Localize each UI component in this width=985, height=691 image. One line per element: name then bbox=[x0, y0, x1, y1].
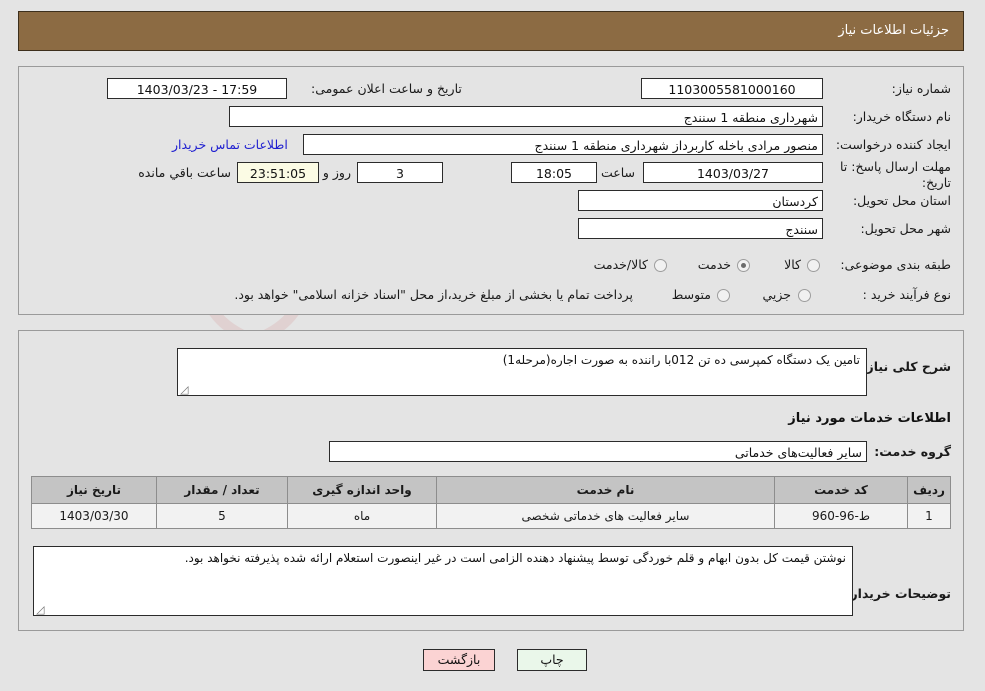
province-value: کردستان bbox=[578, 190, 823, 211]
radio-category-kala-khedmat[interactable] bbox=[654, 259, 667, 272]
radio-process-motevasset-label: متوسط bbox=[671, 287, 711, 302]
radio-category-kala[interactable] bbox=[807, 259, 820, 272]
table-header-row: ردیف کد خدمت نام خدمت واحد اندازه گیری ت… bbox=[31, 476, 951, 504]
buyer-notes-textarea[interactable]: نوشتن قیمت کل بدون ابهام و قلم خوردگی تو… bbox=[33, 546, 853, 616]
buyer-org-value: شهرداری منطقه 1 سنندج bbox=[229, 106, 823, 127]
process-type-label: نوع فرآیند خرید : bbox=[862, 287, 951, 302]
th-qty: تعداد / مقدار bbox=[156, 476, 288, 504]
radio-category-khedmat[interactable] bbox=[737, 259, 750, 272]
details-panel: شرح کلی نیاز: تامین یک دستگاه کمپرسی ده … bbox=[18, 330, 964, 631]
need-info-panel: شماره نیاز: 1103005581000160 تاریخ و ساع… bbox=[18, 66, 964, 315]
deadline-label: مهلت ارسال پاسخ: تا تاریخ: bbox=[840, 159, 951, 190]
need-number-value: 1103005581000160 bbox=[641, 78, 823, 99]
buyer-notes-label: توضیحات خریدار: bbox=[845, 586, 951, 601]
city-label: شهر محل تحویل: bbox=[860, 221, 951, 236]
radio-category-kala-label: کالا bbox=[784, 257, 801, 272]
creator-label: ایجاد کننده درخواست: bbox=[835, 137, 951, 152]
radio-process-motevasset[interactable] bbox=[717, 289, 730, 302]
description-label: شرح کلی نیاز: bbox=[861, 359, 951, 374]
buyer-notes-value: نوشتن قیمت کل بدون ابهام و قلم خوردگی تو… bbox=[184, 551, 846, 565]
service-group-label: گروه خدمت: bbox=[874, 444, 951, 459]
countdown-label: ساعت باقي مانده bbox=[138, 165, 231, 180]
radio-category-khedmat-label: خدمت bbox=[697, 257, 731, 272]
page-title-bar: جزئیات اطلاعات نیاز bbox=[18, 11, 964, 51]
countdown-timer: 23:51:05 bbox=[237, 162, 319, 183]
services-table: ردیف کد خدمت نام خدمت واحد اندازه گیری ت… bbox=[31, 476, 951, 529]
radio-category-kala-khedmat-label: کالا/خدمت bbox=[593, 257, 648, 272]
th-row: ردیف bbox=[907, 476, 951, 504]
print-button[interactable]: چاپ bbox=[517, 649, 587, 671]
buyer-org-label: نام دستگاه خریدار: bbox=[852, 109, 951, 124]
deadline-date-value: 1403/03/27 bbox=[643, 162, 823, 183]
cell-code: ط-96-960 bbox=[774, 503, 908, 529]
back-button[interactable]: بازگشت bbox=[423, 649, 495, 671]
category-label: طبقه بندی موضوعی: bbox=[840, 257, 951, 272]
deadline-hour-label: ساعت bbox=[600, 165, 635, 180]
th-date: تاریخ نیاز bbox=[31, 476, 157, 504]
creator-value: منصور مرادی باخله کاربرداز شهرداری منطقه… bbox=[303, 134, 823, 155]
description-textarea[interactable]: تامین یک دستگاه کمپرسی ده تن 012با رانند… bbox=[177, 348, 867, 396]
th-unit: واحد اندازه گیری bbox=[287, 476, 437, 504]
public-announce-label: تاریخ و ساعت اعلان عمومی: bbox=[311, 81, 462, 96]
th-name: نام خدمت bbox=[436, 476, 775, 504]
service-group-value: سایر فعالیت‌های خدماتی bbox=[329, 441, 867, 462]
public-announce-value: 17:59 - 1403/03/23 bbox=[107, 78, 287, 99]
treasury-note: پرداخت تمام یا بخشی از مبلغ خرید،از محل … bbox=[234, 287, 633, 302]
deadline-days-value: 3 bbox=[357, 162, 443, 183]
province-label: استان محل تحویل: bbox=[852, 193, 951, 208]
cell-row: 1 bbox=[907, 503, 951, 529]
radio-process-jozi[interactable] bbox=[798, 289, 811, 302]
page-title: جزئیات اطلاعات نیاز bbox=[838, 23, 949, 38]
deadline-days-label: روز و bbox=[322, 165, 351, 180]
description-value: تامین یک دستگاه کمپرسی ده تن 012با رانند… bbox=[502, 353, 860, 367]
table-row[interactable]: 1 ط-96-960 سایر فعالیت های خدماتی شخصی م… bbox=[31, 503, 951, 529]
buyer-contact-link[interactable]: اطلاعات تماس خریدار bbox=[172, 137, 288, 152]
page-root: ArtaTender.net جزئیات اطلاعات نیاز شماره… bbox=[0, 0, 985, 691]
resize-grip-icon[interactable]: ◺ bbox=[180, 383, 189, 395]
deadline-hour-value: 18:05 bbox=[511, 162, 597, 183]
th-code: کد خدمت bbox=[774, 476, 908, 504]
resize-grip-icon-2[interactable]: ◺ bbox=[36, 603, 45, 615]
cell-unit: ماه bbox=[287, 503, 437, 529]
cell-need-date: 1403/03/30 bbox=[31, 503, 157, 529]
cell-name: سایر فعالیت های خدماتی شخصی bbox=[436, 503, 775, 529]
need-number-label: شماره نیاز: bbox=[891, 81, 951, 96]
services-section-heading: اطلاعات خدمات مورد نیاز bbox=[788, 411, 951, 426]
radio-process-jozi-label: جزیي bbox=[762, 287, 791, 302]
cell-qty: 5 bbox=[156, 503, 288, 529]
city-value: سنندج bbox=[578, 218, 823, 239]
